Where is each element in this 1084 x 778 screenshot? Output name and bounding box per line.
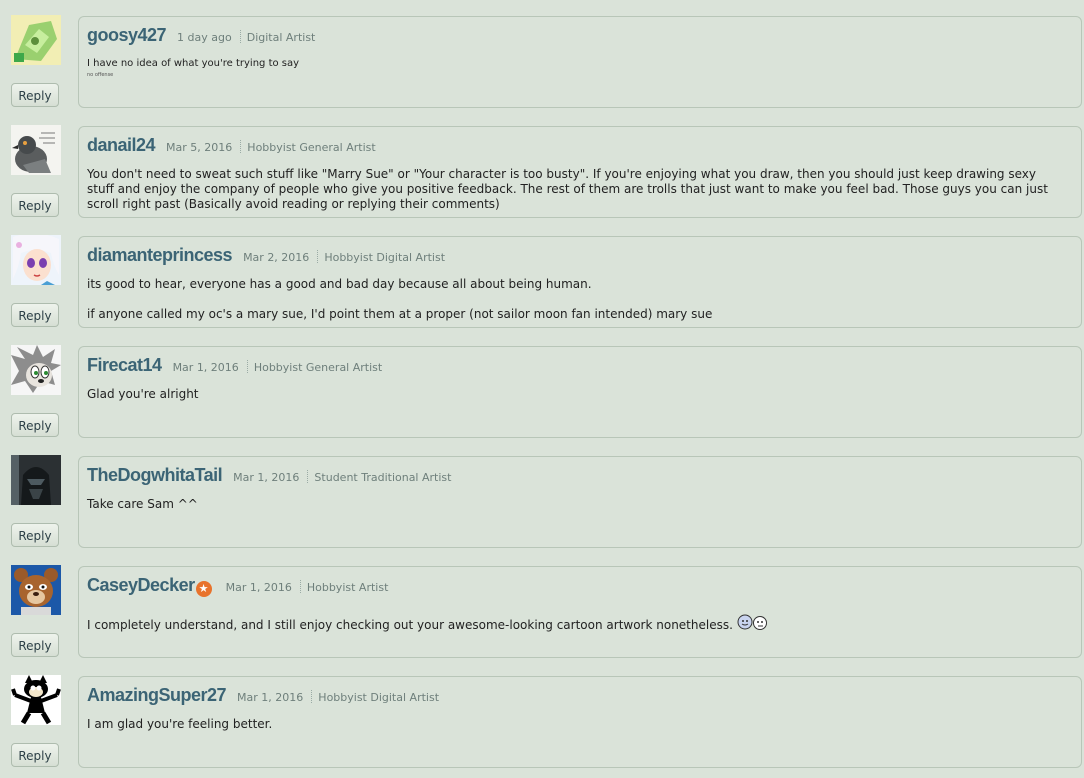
comment-subtext: no offense bbox=[87, 72, 114, 78]
comment-text: Glad you're alright bbox=[87, 387, 199, 401]
comment: Reply AmazingSuper27 Mar 1, 2016 Hobbyis… bbox=[0, 660, 1084, 770]
comment: Reply danail24 Mar 5, 2016 Hobbyist Gene… bbox=[0, 110, 1084, 220]
reply-button[interactable]: Reply bbox=[11, 523, 59, 547]
comment-box: TheDogwhitaTail Mar 1, 2016 Student Trad… bbox=[78, 456, 1082, 548]
comment-header: Firecat14 Mar 1, 2016 Hobbyist General A… bbox=[87, 355, 382, 376]
comment-body: Take care Sam ^^ bbox=[87, 497, 1063, 512]
comment-text: its good to hear, everyone has a good an… bbox=[87, 277, 592, 291]
comment-text: You don't need to sweat such stuff like … bbox=[87, 167, 1048, 211]
reply-button[interactable]: Reply bbox=[11, 633, 59, 657]
comment-box: danail24 Mar 5, 2016 Hobbyist General Ar… bbox=[78, 126, 1082, 218]
avatar[interactable] bbox=[11, 675, 61, 725]
comment: Reply Firecat14 Mar 1, 2016 Hobbyist Gen… bbox=[0, 330, 1084, 440]
comment-date[interactable]: Mar 1, 2016 bbox=[173, 361, 239, 374]
reply-button[interactable]: Reply bbox=[11, 193, 59, 217]
username-link[interactable]: CaseyDecker bbox=[87, 575, 195, 596]
comment-box: AmazingSuper27 Mar 1, 2016 Hobbyist Digi… bbox=[78, 676, 1082, 768]
user-role: Digital Artist bbox=[246, 31, 316, 44]
avatar[interactable] bbox=[11, 235, 61, 285]
divider bbox=[239, 30, 241, 43]
hug-emoticon-icon bbox=[736, 613, 770, 635]
reply-button[interactable]: Reply bbox=[11, 83, 59, 107]
comment-date[interactable]: Mar 2, 2016 bbox=[243, 251, 309, 264]
comment-text-content: I completely understand, and I still enj… bbox=[87, 618, 733, 632]
avatar[interactable] bbox=[11, 125, 61, 175]
user-role: Hobbyist General Artist bbox=[253, 361, 383, 374]
reply-button[interactable]: Reply bbox=[11, 413, 59, 437]
divider bbox=[307, 470, 309, 483]
comment-body: I am glad you're feeling better. bbox=[87, 717, 1063, 732]
user-role: Student Traditional Artist bbox=[314, 471, 452, 484]
comment-text: I completely understand, and I still enj… bbox=[87, 613, 1063, 635]
green-gem-character-avatar bbox=[11, 15, 61, 65]
comment-date[interactable]: Mar 1, 2016 bbox=[237, 691, 303, 704]
user-role: Hobbyist Artist bbox=[306, 581, 389, 594]
comment-box: diamanteprincess Mar 2, 2016 Hobbyist Di… bbox=[78, 236, 1082, 328]
reply-button[interactable]: Reply bbox=[11, 303, 59, 327]
comment-thread: Reply goosy427 1 day ago Digital Artist … bbox=[0, 0, 1084, 778]
comment-body: You don't need to sweat such stuff like … bbox=[87, 167, 1063, 212]
user-role: Hobbyist General Artist bbox=[247, 141, 376, 154]
divider bbox=[240, 140, 242, 153]
dark-armor-avatar bbox=[11, 455, 61, 505]
username-link[interactable]: Firecat14 bbox=[87, 355, 162, 376]
divider bbox=[299, 580, 301, 593]
comment: Reply goosy427 1 day ago Digital Artist … bbox=[0, 0, 1084, 110]
comment: Reply CaseyDecker ★ Mar 1, 2016 Hobbyist… bbox=[0, 550, 1084, 660]
divider bbox=[317, 250, 319, 263]
divider bbox=[311, 690, 313, 703]
comment-box: CaseyDecker ★ Mar 1, 2016 Hobbyist Artis… bbox=[78, 566, 1082, 658]
avatar[interactable] bbox=[11, 15, 61, 65]
reply-button[interactable]: Reply bbox=[11, 743, 59, 767]
comment-box: Firecat14 Mar 1, 2016 Hobbyist General A… bbox=[78, 346, 1082, 438]
avatar[interactable] bbox=[11, 565, 61, 615]
comment-body: I have no idea of what you're trying to … bbox=[87, 56, 1063, 79]
bear-avatar bbox=[11, 565, 61, 615]
anime-girl-avatar bbox=[11, 235, 61, 285]
felix-cat-avatar bbox=[11, 675, 61, 725]
user-role: Hobbyist Digital Artist bbox=[318, 691, 440, 704]
username-link[interactable]: goosy427 bbox=[87, 25, 167, 46]
comment-date[interactable]: Mar 1, 2016 bbox=[226, 581, 292, 594]
user-role: Hobbyist Digital Artist bbox=[324, 251, 446, 264]
comment-text: Take care Sam ^^ bbox=[87, 497, 198, 511]
pigeon-avatar bbox=[11, 125, 61, 175]
comment-header: TheDogwhitaTail Mar 1, 2016 Student Trad… bbox=[87, 465, 451, 486]
comment-text-line-2: if anyone called my oc's a mary sue, I'd… bbox=[87, 307, 713, 321]
divider bbox=[246, 360, 248, 373]
comment: Reply diamanteprincess Mar 2, 2016 Hobby… bbox=[0, 220, 1084, 330]
comment-header: CaseyDecker ★ Mar 1, 2016 Hobbyist Artis… bbox=[87, 575, 389, 597]
comment-body: I completely understand, and I still enj… bbox=[87, 613, 1063, 635]
comment-body: its good to hear, everyone has a good an… bbox=[87, 277, 1063, 322]
star-badge-icon: ★ bbox=[195, 581, 212, 597]
avatar[interactable] bbox=[11, 455, 61, 505]
comment-date[interactable]: 1 day ago bbox=[177, 31, 232, 44]
comment-header: diamanteprincess Mar 2, 2016 Hobbyist Di… bbox=[87, 245, 445, 266]
comment: Reply TheDogwhitaTail Mar 1, 2016 Studen… bbox=[0, 440, 1084, 550]
comment-header: danail24 Mar 5, 2016 Hobbyist General Ar… bbox=[87, 135, 376, 156]
comment-box: goosy427 1 day ago Digital Artist I have… bbox=[78, 16, 1082, 108]
comment-body: Glad you're alright bbox=[87, 387, 1063, 402]
avatar[interactable] bbox=[11, 345, 61, 395]
comment-header: goosy427 1 day ago Digital Artist bbox=[87, 25, 315, 46]
comment-date[interactable]: Mar 5, 2016 bbox=[166, 141, 232, 154]
comment-text: I have no idea of what you're trying to … bbox=[87, 58, 300, 69]
comment-date[interactable]: Mar 1, 2016 bbox=[233, 471, 299, 484]
username-link[interactable]: danail24 bbox=[87, 135, 156, 156]
username-link[interactable]: diamanteprincess bbox=[87, 245, 233, 266]
comment-text: I am glad you're feeling better. bbox=[87, 717, 273, 731]
username-link[interactable]: TheDogwhitaTail bbox=[87, 465, 223, 486]
username-link[interactable]: AmazingSuper27 bbox=[87, 685, 227, 706]
hedgehog-avatar bbox=[11, 345, 61, 395]
comment-header: AmazingSuper27 Mar 1, 2016 Hobbyist Digi… bbox=[87, 685, 439, 706]
